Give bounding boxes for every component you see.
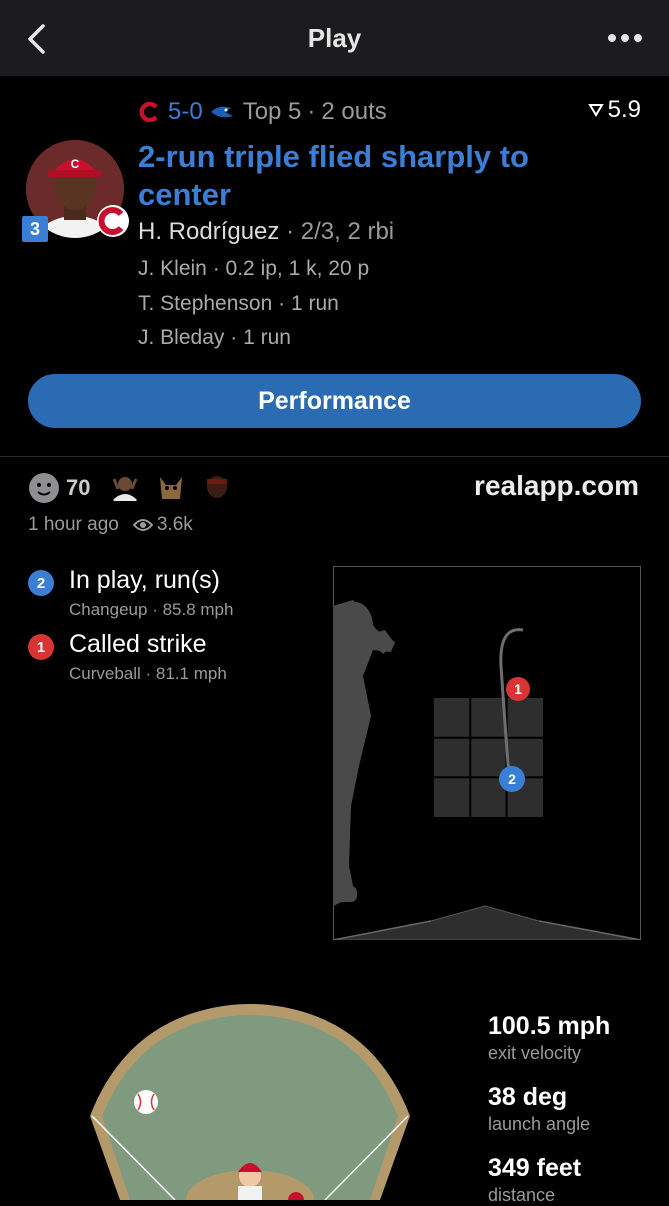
batter-stats: 2/3, 2 rbi — [300, 218, 395, 245]
reds-logo-icon — [97, 205, 129, 237]
pitch-type: Changeup — [69, 600, 148, 619]
runner-line: J. Bleday · 1 run — [138, 326, 291, 349]
page-title: Play — [307, 22, 362, 53]
pitcher-name[interactable]: J. Klein — [138, 257, 207, 280]
pitch-type: Curveball — [69, 664, 141, 683]
distance-stat: 349 feet distance — [488, 1154, 581, 1206]
runner-stats: 1 run — [290, 292, 339, 315]
strike-zone-chart: 1 2 — [333, 566, 641, 940]
batting-order-badge: 3 — [22, 216, 48, 242]
launch-angle-stat: 38 deg launch angle — [488, 1083, 590, 1135]
pitch-marker-1[interactable]: 1 — [506, 677, 530, 701]
view-count-value: 3.6k — [156, 514, 193, 535]
pitch-number-badge: 2 — [28, 570, 54, 596]
pitch-marker-2[interactable]: 2 — [499, 766, 525, 792]
reds-logo-icon — [139, 102, 158, 122]
pitch-detail: Changeup · 85.8 mph — [69, 600, 234, 619]
exit-velocity-stat: 100.5 mph exit velocity — [488, 1012, 610, 1064]
pitcher-line: J. Klein · 0.2 ip, 1 k, 20 p — [138, 257, 370, 280]
leverage-index: 5.9 — [587, 96, 641, 124]
baseball-icon[interactable] — [134, 1090, 158, 1114]
batter-name[interactable]: H. Rodríguez — [138, 218, 279, 245]
outs: 2 outs — [321, 98, 387, 125]
exit-velocity-value: 100.5 mph — [488, 1012, 611, 1040]
runner-name[interactable]: J. Bleday — [138, 326, 224, 349]
reactor-avatar[interactable] — [108, 471, 143, 505]
play-title[interactable]: 2-run triple flied sharply to center — [138, 138, 608, 214]
divider — [0, 456, 669, 457]
launch-angle-label: launch angle — [488, 1114, 591, 1134]
score: 5-0 — [168, 98, 203, 125]
leverage-value: 5.9 — [607, 96, 641, 123]
separator-dot: · — [286, 218, 301, 245]
runner-stats: 1 run — [243, 326, 291, 349]
reaction-count: 70 — [66, 475, 91, 500]
runner-line: T. Stephenson · 1 run — [138, 292, 339, 315]
svg-text:C: C — [71, 157, 80, 171]
runner-name[interactable]: T. Stephenson — [138, 292, 272, 315]
ellipsis-icon[interactable] — [607, 26, 643, 50]
chevron-left-icon[interactable] — [22, 22, 52, 56]
svg-text:1: 1 — [514, 681, 522, 697]
reactions-row: 70 — [28, 470, 246, 506]
batter-line: H. Rodríguez · 2/3, 2 rbi — [138, 218, 394, 246]
view-count: 3.6k — [132, 514, 193, 536]
source-domain[interactable]: realapp.com — [474, 470, 639, 502]
distance-label: distance — [488, 1185, 556, 1205]
pitch-speed: 85.8 mph — [162, 600, 234, 619]
nav-bar: Play — [0, 0, 669, 76]
exit-velocity-label: exit velocity — [488, 1043, 582, 1063]
smiley-icon[interactable] — [28, 472, 60, 504]
pitch-speed: 81.1 mph — [155, 664, 227, 683]
separator-dot: · — [307, 98, 316, 125]
leverage-icon — [587, 104, 604, 117]
launch-angle-value: 38 deg — [488, 1083, 568, 1111]
pitch-detail: Curveball · 81.1 mph — [69, 664, 227, 683]
reactor-avatar[interactable] — [200, 471, 235, 505]
pitch-result: In play, run(s) — [69, 566, 220, 594]
performance-button[interactable]: Performance — [28, 374, 641, 428]
batter-avatar-group: C 3 — [22, 140, 136, 242]
reactor-avatar[interactable] — [154, 471, 189, 505]
post-meta: 1 hour ago 3.6k — [28, 514, 193, 536]
zone-grid — [434, 698, 543, 817]
blue-jays-logo-icon — [210, 106, 233, 118]
pitch-number-badge: 1 — [28, 634, 54, 660]
eye-icon — [132, 519, 153, 531]
game-score-row: 5-0 Top 5 · 2 outs — [138, 96, 643, 128]
distance-value: 349 feet — [488, 1154, 582, 1182]
batter-head-icon[interactable] — [238, 1163, 262, 1200]
pitch-result: Called strike — [69, 630, 207, 658]
svg-text:2: 2 — [508, 771, 516, 787]
timestamp: 1 hour ago — [28, 514, 119, 535]
inning: Top 5 — [242, 98, 302, 125]
spray-chart-field — [90, 1004, 410, 1200]
pitcher-stats: 0.2 ip, 1 k, 20 p — [225, 257, 370, 280]
